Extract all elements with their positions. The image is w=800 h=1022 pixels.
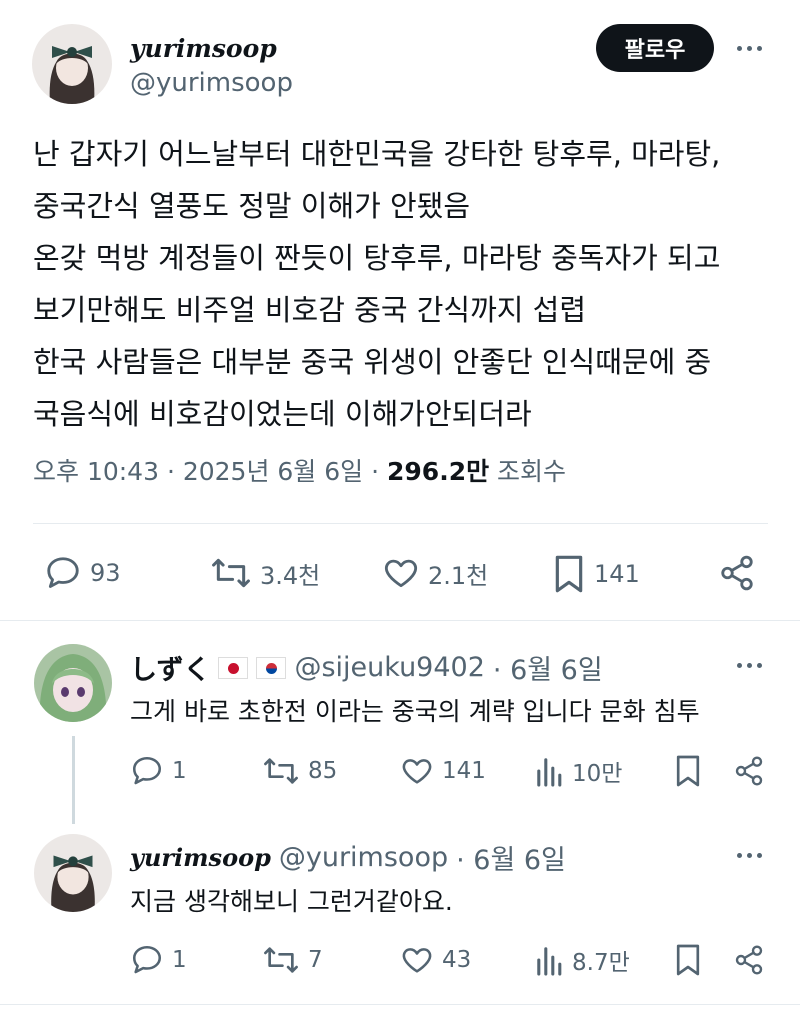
reply-count: 93 xyxy=(90,559,121,587)
share-icon xyxy=(735,945,763,975)
heart-icon xyxy=(402,948,432,973)
tweet-text: 난 갑자기 어느날부터 대한민국을 강타한 탕후루, 마라탕, 중국간식 열풍도… xyxy=(33,128,773,440)
like-count: 2.1천 xyxy=(428,561,489,590)
tweet-line: 난 갑자기 어느날부터 대한민국을 강타한 탕후루, 마라탕, xyxy=(33,137,721,171)
author-handle[interactable]: @yurimsoop xyxy=(130,68,293,98)
share-icon xyxy=(735,756,763,786)
retweet-button[interactable]: 85 xyxy=(262,754,337,788)
heart-icon xyxy=(402,759,432,784)
more-options-icon[interactable] xyxy=(737,46,762,51)
tweet-timestamp[interactable]: 오후 10:43 · 2025년 6월 6일 · xyxy=(33,457,379,486)
analytics-icon xyxy=(537,758,562,787)
reply-button[interactable]: 1 xyxy=(130,754,187,788)
reply-header: しずく @sijeuku9402 · 6월 6일 xyxy=(130,648,603,687)
bookmark-button[interactable] xyxy=(674,754,702,788)
bookmark-button[interactable]: 141 xyxy=(552,554,640,594)
tweet-line: 중국간식 열풍도 정말 이해가 안됐음 xyxy=(33,189,471,223)
tweet-meta: 오후 10:43 · 2025년 6월 6일 · 296.2만 조회수 xyxy=(33,452,566,488)
reply-date[interactable]: · 6월 6일 xyxy=(493,648,603,687)
retweet-count: 85 xyxy=(308,758,338,784)
author-avatar[interactable] xyxy=(32,24,112,104)
bookmark-icon xyxy=(555,555,583,593)
bookmark-count: 141 xyxy=(594,560,640,588)
retweet-count: 3.4천 xyxy=(260,561,321,590)
reply-date[interactable]: · 6월 6일 xyxy=(456,838,566,877)
reply-avatar[interactable] xyxy=(34,644,112,722)
views-count: 296.2만 xyxy=(387,457,490,486)
divider xyxy=(0,620,800,621)
reply-button[interactable]: 1 xyxy=(130,943,187,977)
reply-header: yurimsoop @yurimsoop · 6월 6일 xyxy=(130,838,566,877)
japan-flag-icon xyxy=(218,656,249,679)
share-button[interactable] xyxy=(733,754,765,788)
share-button[interactable] xyxy=(718,554,756,592)
share-button[interactable] xyxy=(733,943,765,977)
like-count: 141 xyxy=(442,758,486,784)
share-icon xyxy=(721,555,753,591)
reply-display-name[interactable]: しずく xyxy=(130,648,210,687)
heart-icon xyxy=(384,559,418,588)
reply-icon xyxy=(132,945,162,974)
more-options-icon[interactable] xyxy=(737,853,762,858)
reply-text: 지금 생각해보니 그런거같아요. xyxy=(130,887,453,916)
retweet-icon xyxy=(264,947,298,973)
bookmark-icon xyxy=(676,755,700,787)
reply-avatar[interactable] xyxy=(34,834,112,912)
views-count: 8.7만 xyxy=(572,950,630,976)
retweet-button[interactable]: 3.4천 xyxy=(210,554,320,592)
views-label: 조회수 xyxy=(497,457,567,486)
reply-display-name[interactable]: yurimsoop xyxy=(130,843,271,872)
reply-handle[interactable]: @yurimsoop xyxy=(279,842,448,873)
reply-handle[interactable]: @sijeuku9402 xyxy=(294,652,484,683)
retweet-icon xyxy=(212,558,250,588)
retweet-count: 7 xyxy=(308,947,323,973)
bookmark-icon xyxy=(676,944,700,976)
like-button[interactable]: 43 xyxy=(400,943,471,977)
reply-button[interactable]: 93 xyxy=(44,554,121,592)
tweet-line: 온갖 먹방 계정들이 짠듯이 탕후루, 마라탕 중독자가 되고 xyxy=(33,241,721,275)
reply-icon xyxy=(47,557,79,588)
more-options-icon[interactable] xyxy=(737,663,762,668)
reply-count: 1 xyxy=(172,947,187,973)
reply-text: 그게 바로 초한전 이라는 중국의 계략 입니다 문화 침투 xyxy=(130,697,700,726)
follow-button[interactable]: 팔로우 xyxy=(596,24,714,72)
retweet-button[interactable]: 7 xyxy=(262,943,323,977)
thread-connector xyxy=(72,736,75,824)
analytics-icon xyxy=(537,947,562,976)
views-button[interactable]: 8.7만 xyxy=(536,943,630,977)
reply-icon xyxy=(132,756,162,785)
author-display-name[interactable]: yurimsoop xyxy=(130,34,277,63)
reply-count: 1 xyxy=(172,758,187,784)
tweet-line: 보기만해도 비주얼 비호감 중국 간식까지 섭렵 xyxy=(33,293,587,327)
divider xyxy=(0,1004,800,1005)
divider xyxy=(33,523,768,524)
korea-flag-icon xyxy=(256,656,287,679)
views-button[interactable]: 10만 xyxy=(536,754,622,788)
bookmark-button[interactable] xyxy=(674,943,702,977)
like-count: 43 xyxy=(442,947,472,973)
like-button[interactable]: 2.1천 xyxy=(382,554,488,592)
tweet-line: 국음식에 비호감이었는데 이해가안되더라 xyxy=(33,397,532,431)
views-count: 10만 xyxy=(572,761,623,787)
retweet-icon xyxy=(264,758,298,784)
like-button[interactable]: 141 xyxy=(400,754,486,788)
tweet-line: 한국 사람들은 대부분 중국 위생이 안좋단 인식때문에 중 xyxy=(33,345,712,379)
